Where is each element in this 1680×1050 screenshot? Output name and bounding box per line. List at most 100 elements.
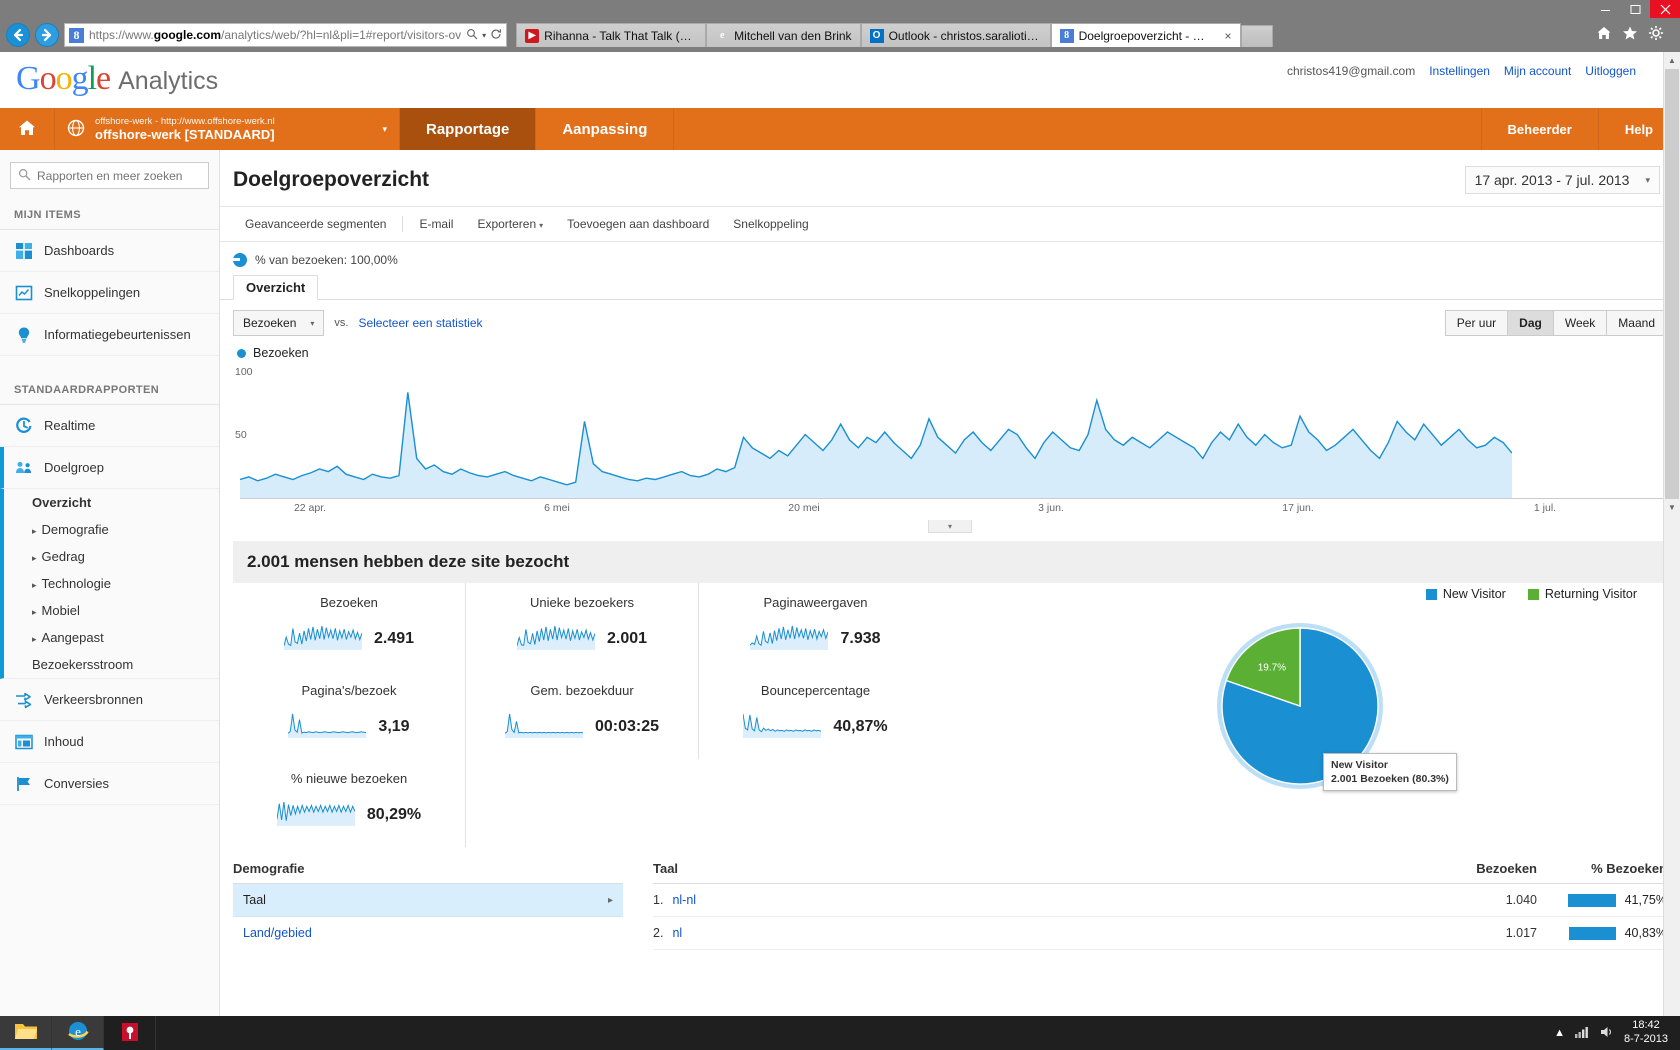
back-button[interactable] [6, 23, 30, 47]
tab-rapportage[interactable]: Rapportage [400, 108, 537, 150]
metric-unieke-bezoekers[interactable]: Unieke bezoekers 2.001 [466, 583, 699, 671]
add-to-dashboard-button[interactable]: Toevoegen aan dashboard [555, 215, 721, 233]
taskbar-clock[interactable]: 18:42 8-7-2013 [1624, 1019, 1672, 1047]
table-row[interactable]: 2. nl 1.017 40,83% [653, 917, 1667, 950]
settings-gear-icon[interactable] [1648, 25, 1664, 45]
sidebar-subitem-overzicht[interactable]: Overzicht [4, 489, 219, 516]
sidebar-item-verkeersbronnen[interactable]: Verkeersbronnen [0, 679, 219, 721]
metric-nieuwe-bezoeken[interactable]: % nieuwe bezoeken 80,29% [233, 759, 466, 847]
advanced-segments-button[interactable]: Geavanceerde segmenten [233, 215, 398, 233]
metric-label: Paginaweergaven [763, 595, 868, 610]
logout-link[interactable]: Uitloggen [1585, 64, 1636, 78]
section-my-items: MIJN ITEMS [0, 199, 219, 230]
select-metric-link[interactable]: Selecteer een statistiek [358, 316, 482, 330]
timeseries-chart[interactable]: 100 50 [233, 366, 1667, 498]
granularity-dag[interactable]: Dag [1508, 311, 1554, 335]
page-scrollbar[interactable]: ▲ ▼ [1663, 52, 1680, 1016]
sidebar-item-conversies[interactable]: Conversies [0, 763, 219, 805]
close-button[interactable] [1650, 0, 1680, 18]
minimize-button[interactable] [1590, 0, 1620, 18]
search-input[interactable] [37, 168, 201, 183]
sidebar-subitem-demografie[interactable]: ▸ Demografie [4, 516, 219, 543]
google-analytics-logo[interactable]: Google Analytics [16, 60, 218, 98]
sidebar-subitem-technologie[interactable]: ▸ Technologie [4, 570, 219, 597]
sidebar-item-label: Snelkoppelingen [44, 285, 141, 300]
search-box[interactable] [10, 162, 209, 189]
forward-button[interactable] [35, 23, 59, 47]
language-link[interactable]: nl-nl [672, 893, 696, 907]
demographics-row-taal[interactable]: Taal ▸ [233, 884, 623, 917]
volume-icon[interactable] [1599, 1025, 1615, 1042]
language-link[interactable]: nl [672, 926, 682, 940]
chevron-down-icon[interactable]: ▾ [482, 31, 486, 40]
favorites-star-icon[interactable] [1622, 25, 1638, 45]
metric-bouncepercentage[interactable]: Bouncepercentage 40,87% [699, 671, 932, 759]
sidebar-item-realtime[interactable]: Realtime [0, 405, 219, 447]
column-header-bezoeken[interactable]: Bezoeken [1442, 861, 1537, 876]
home-button[interactable] [0, 108, 55, 150]
search-icon[interactable] [466, 28, 478, 43]
email-button[interactable]: E-mail [407, 215, 465, 233]
network-icon[interactable] [1574, 1025, 1590, 1042]
browser-tab-analytics[interactable]: 8 Doelgroepoverzicht - Googl... × [1050, 23, 1241, 47]
sidebar-item-informatiegebeurtenissen[interactable]: Informatiegebeurtenissen [0, 314, 219, 356]
taskbar-internet-explorer[interactable]: e [52, 1016, 104, 1050]
property-url: offshore-werk - http://www.offshore-werk… [95, 115, 275, 127]
tab-overzicht[interactable]: Overzicht [233, 275, 319, 300]
sidebar-item-doelgroep[interactable]: Doelgroep [0, 447, 219, 489]
tab-aanpassing[interactable]: Aanpassing [536, 108, 675, 150]
demographics-row-land[interactable]: Land/gebied [233, 917, 623, 949]
address-bar[interactable]: 8 https://www.google.com/analytics/web/?… [64, 23, 508, 47]
metric-paginas-per-bezoek[interactable]: Pagina's/bezoek 3,19 [233, 671, 466, 759]
pie-legend-new-visitor[interactable]: New Visitor [1425, 587, 1506, 601]
granularity-per-uur[interactable]: Per uur [1445, 311, 1509, 335]
pie-legend-returning-visitor[interactable]: Returning Visitor [1527, 587, 1637, 601]
browser-tab-mitchell[interactable]: e Mitchell van den Brink [706, 23, 861, 47]
column-header-taal[interactable]: Taal [653, 861, 1442, 876]
sidebar-item-snelkoppelingen[interactable]: Snelkoppelingen [0, 272, 219, 314]
scroll-down-icon[interactable]: ▼ [1664, 499, 1680, 516]
taskbar-file-explorer[interactable] [0, 1016, 52, 1050]
browser-tab-outlook[interactable]: O Outlook - christos.saraliotis@li... [860, 23, 1051, 47]
maximize-button[interactable] [1620, 0, 1650, 18]
windows-taskbar: e ▲ 18:42 8-7-2013 [0, 1016, 1680, 1050]
sidebar-subitem-gedrag[interactable]: ▸ Gedrag [4, 543, 219, 570]
close-icon[interactable]: × [1219, 29, 1232, 43]
sidebar-item-inhoud[interactable]: Inhoud [0, 721, 219, 763]
granularity-week[interactable]: Week [1553, 311, 1608, 335]
sidebar-subitem-bezoekersstroom[interactable]: Bezoekersstroom [4, 651, 219, 678]
scroll-up-icon[interactable]: ▲ [1664, 52, 1680, 69]
metric-bezoeken[interactable]: Bezoeken 2.491 [233, 583, 466, 671]
taskbar-pdf-reader[interactable] [104, 1016, 156, 1050]
metric-select[interactable]: Bezoeken ▾ [233, 310, 325, 336]
scrollbar-thumb[interactable] [1665, 69, 1679, 499]
table-row[interactable]: 1. nl-nl 1.040 41,75% [653, 884, 1667, 917]
pct-label: 41,75% [1624, 893, 1667, 907]
metric-empty-cell [466, 759, 699, 847]
metric-paginaweergaven[interactable]: Paginaweergaven 7.938 [699, 583, 932, 671]
show-hidden-icon[interactable]: ▲ [1554, 1027, 1565, 1039]
new-tab-button[interactable] [1240, 25, 1273, 47]
pie-chart-area[interactable]: 19.7% New Visitor 2.001 Bezoeken (80.3%) [1205, 611, 1457, 801]
sidebar-subitem-mobiel[interactable]: ▸ Mobiel [4, 597, 219, 624]
browser-tab-youtube[interactable]: ▶ Rihanna - Talk That Talk (Audi... [516, 23, 707, 47]
language-cell[interactable]: 1. nl-nl [653, 893, 1442, 907]
export-button[interactable]: Exporteren ▾ [465, 215, 555, 233]
sidebar-item-dashboards[interactable]: Dashboards [0, 230, 219, 272]
sidebar-subitem-aangepast[interactable]: ▸ Aangepast [4, 624, 219, 651]
admin-link[interactable]: Beheerder [1482, 108, 1599, 150]
column-header-pct-bezoeken[interactable]: % Bezoeken [1537, 861, 1667, 876]
my-account-link[interactable]: Mijn account [1504, 64, 1571, 78]
property-selector[interactable]: offshore-werk - http://www.offshore-werk… [55, 108, 400, 150]
metric-gem-bezoekduur[interactable]: Gem. bezoekduur 00:03:25 [466, 671, 699, 759]
shortcut-button[interactable]: Snelkoppeling [721, 215, 820, 233]
date-range-selector[interactable]: 17 apr. 2013 - 7 jul. 2013 ▾ [1464, 166, 1660, 194]
granularity-maand[interactable]: Maand [1607, 311, 1666, 335]
refresh-icon[interactable] [490, 28, 502, 43]
settings-link[interactable]: Instellingen [1429, 64, 1490, 78]
home-icon[interactable] [1596, 25, 1612, 45]
language-cell[interactable]: 2. nl [653, 926, 1442, 940]
x-axis-tick: 1 jul. [1533, 502, 1557, 514]
collapse-chart-button[interactable]: ▾ [928, 520, 972, 533]
visits-cell: 1.017 [1505, 926, 1537, 940]
